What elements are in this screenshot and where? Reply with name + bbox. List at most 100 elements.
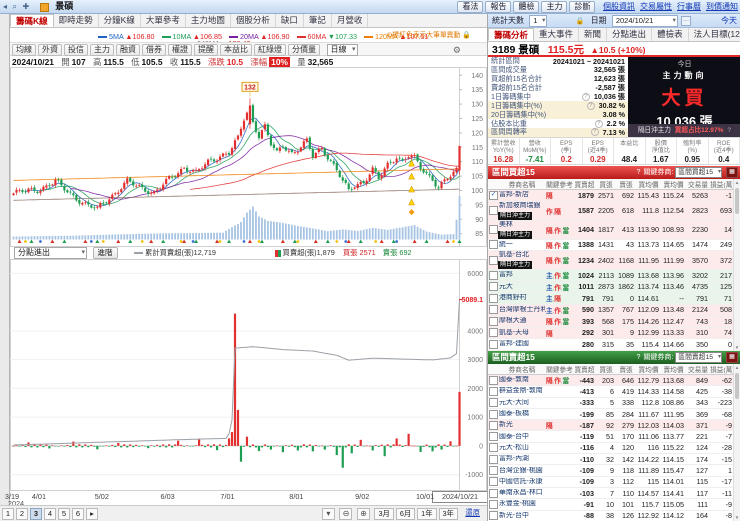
checkbox-icon[interactable] (489, 255, 498, 265)
tab-缺口[interactable]: 缺口 (276, 14, 304, 27)
add-tab-icon[interactable]: ✚ (23, 0, 30, 13)
tab-大單參考[interactable]: 大單參考 (141, 14, 186, 27)
titlebar-button-體檢[interactable]: 體檢 (513, 1, 540, 13)
table-row[interactable]: 新加坡商瑞銀 隔日沖主力 作,隔 1587 2205 618 111.8 112.54 2823… (488, 201, 740, 221)
row-checkbox[interactable] (488, 255, 498, 265)
tab-體檢表[interactable]: 體檢表 (652, 28, 689, 41)
page-button-5[interactable]: 5 (58, 508, 70, 520)
toolbar-button-主力[interactable]: 主力 (90, 44, 114, 56)
checkbox-icon[interactable] (489, 432, 498, 442)
toolbar-button-提醒[interactable]: 提醒 (194, 44, 218, 56)
row-checkbox[interactable] (488, 206, 498, 215)
table-row[interactable]: 元大-松山 -116 4 120 116 115.22 124 -28 (488, 442, 740, 455)
checkbox-icon[interactable] (489, 386, 498, 396)
titlebar-link-交易屬性[interactable]: 交易屬性 (640, 2, 672, 11)
toolbar-button-借券[interactable]: 借券 (142, 44, 166, 56)
row-checkbox[interactable] (488, 386, 498, 396)
col-header-關鍵參考[interactable]: 關鍵參考 (546, 179, 573, 189)
tab-月營收[interactable]: 月營收 (332, 14, 369, 27)
scrollbar-thumb[interactable] (735, 188, 739, 214)
chart-note-link[interactable]: ⊙標紅色表示大筆單異動 🔒 (387, 29, 471, 39)
row-checkbox[interactable] (488, 339, 498, 349)
col-header-賣張[interactable]: 賣張 (616, 179, 636, 189)
checkbox-icon[interactable] (489, 270, 498, 280)
candlestick-chart[interactable]: 140 135 130 125 120 115 110 105 100 95 90 85 132 (10, 67, 487, 247)
tab-籌碼分析[interactable]: 籌碼分析 (488, 28, 535, 41)
checkbox-icon[interactable] (489, 454, 498, 464)
col-header-賣張[interactable]: 賣張 (616, 364, 636, 374)
row-checkbox[interactable]: ✓ (488, 190, 498, 200)
col-header-買均價[interactable]: 買均價 (636, 364, 661, 374)
checkbox-icon[interactable] (489, 225, 498, 234)
checkbox-icon[interactable] (489, 206, 498, 215)
table-scrollbar[interactable]: ▲ ▼ (733, 179, 740, 351)
scroll-down-icon[interactable]: ▼ (734, 344, 740, 351)
col-header-買均價[interactable]: 買均價 (636, 179, 661, 189)
row-checkbox[interactable] (488, 488, 498, 498)
col-header-買賣超[interactable]: 買賣超 (573, 179, 596, 189)
table-row[interactable]: 富邦-建國 280 315 35 115.4 114.66 350 0 (488, 339, 740, 351)
checkbox-icon[interactable] (489, 420, 498, 430)
checkbox-icon[interactable]: ✓ (489, 190, 498, 200)
table-row[interactable]: 中國信託-永康 -109 3 112 115 114.01 115 -17 (488, 476, 740, 488)
chevron-down-icon[interactable]: ▾ (321, 508, 335, 520)
range-button-6月[interactable]: 6月 (395, 508, 416, 520)
page-button-▸[interactable]: ▸ (86, 508, 98, 520)
table-row[interactable]: 元大-大同 -333 5 338 112.8 108.86 343 -223 (488, 397, 740, 409)
tab-分點進出[interactable]: 分點進出 (607, 28, 653, 41)
table-row[interactable]: 富邦-內湖 -110 32 142 114.22 114.15 174 -15 (488, 454, 740, 466)
table-settings-icon[interactable]: ▦ (726, 351, 738, 363)
col-header-賣均價[interactable]: 賣均價 (661, 364, 686, 374)
page-button-1[interactable]: 1 (2, 508, 14, 520)
col-header-券商名稱[interactable]: 券商名稱 (498, 179, 546, 189)
toolbar-button-外資[interactable]: 外資 (38, 44, 62, 56)
toolbar-button-本益比[interactable]: 本益比 (220, 44, 252, 56)
row-checkbox[interactable] (488, 466, 498, 476)
row-checkbox[interactable] (488, 409, 498, 419)
table-row[interactable]: 凱基-台北 隔日沖主力 隔,作,當 1234 2402 1168 111.95 111.99 3… (488, 251, 740, 270)
table-row[interactable]: 元大 主,作,當 1011 2873 1862 113.74 113.46 4735 125 (488, 281, 740, 293)
range-button-1年[interactable]: 1年 (417, 508, 437, 520)
checkbox-icon[interactable] (489, 477, 498, 487)
table-row[interactable]: 新光-台中 -88 38 126 112.92 114.12 164 -8 (488, 510, 740, 521)
row-checkbox[interactable] (488, 305, 498, 315)
range-button-3年[interactable]: 3年 (438, 508, 458, 520)
checkbox-icon[interactable] (489, 375, 498, 385)
checkbox-icon[interactable] (489, 409, 498, 419)
titlebar-link-個股資訊[interactable]: 個股資訊 (603, 2, 635, 11)
checkbox-icon[interactable] (489, 305, 498, 315)
back-icon[interactable]: ◂ (3, 0, 7, 13)
table-row[interactable]: 統一 隔,作,當 1388 1431 43 113.73 114.65 1474 249 (488, 239, 740, 251)
row-checkbox[interactable] (488, 328, 498, 338)
page-button-3[interactable]: 3 (30, 508, 42, 520)
table-settings-icon[interactable]: ▦ (726, 166, 738, 178)
table-row[interactable]: 台灣摩根士丹利 主,作,當 590 1357 767 112.09 113.48 2124 50… (488, 304, 740, 316)
table-row[interactable]: 凱基-天母 隔 292 301 9 112.99 113.33 310 74 (488, 327, 740, 339)
table-row[interactable]: 富邦 主,作,當 1024 2113 1089 113.68 113.96 3202 217 (488, 270, 740, 282)
col-header-買賣超[interactable]: 買賣超 (573, 364, 596, 374)
checkbox-icon[interactable] (489, 499, 498, 509)
row-checkbox[interactable] (488, 499, 498, 509)
row-checkbox[interactable] (488, 511, 498, 521)
row-checkbox[interactable] (488, 454, 498, 464)
checkbox-icon[interactable] (489, 443, 498, 453)
table-row[interactable]: 國泰-台中 -119 51 170 111.06 113.77 221 -7 (488, 431, 740, 443)
toolbar-button-融資[interactable]: 融資 (116, 44, 140, 56)
row-checkbox[interactable] (488, 316, 498, 326)
titlebar-button-主力[interactable]: 主力 (541, 1, 568, 13)
gear-icon[interactable]: ⚙ (453, 45, 461, 56)
date-spinner[interactable]: ··· (681, 15, 692, 26)
scroll-down-icon[interactable]: ▼ (734, 514, 740, 521)
table-row[interactable]: 國泰-敦南 隔,作,當 -443 203 646 112.79 113.68 849 -62 (488, 375, 740, 387)
zoom-out-icon[interactable]: ⊖ (339, 508, 353, 520)
table-row[interactable]: 群益金鼎-敦南 -413 6 419 114.33 114.58 425 -38 (488, 386, 740, 398)
col-header-買張[interactable]: 買張 (596, 364, 616, 374)
row-checkbox[interactable] (488, 398, 498, 408)
checkbox-icon[interactable] (489, 293, 498, 303)
col-header-關鍵參考[interactable]: 關鍵參考 (546, 364, 573, 374)
buy-broker-select[interactable]: 區間買超15 (675, 166, 723, 178)
table-row[interactable]: 美林 隔日沖主力 隔,作,當 1404 1817 413 113.90 108.93 2230 1… (488, 220, 740, 240)
advanced-button[interactable]: 進階 (92, 247, 118, 259)
scroll-up-icon[interactable]: ▲ (734, 179, 740, 186)
tab-籌碼K線[interactable]: 籌碼K線 (10, 14, 54, 27)
